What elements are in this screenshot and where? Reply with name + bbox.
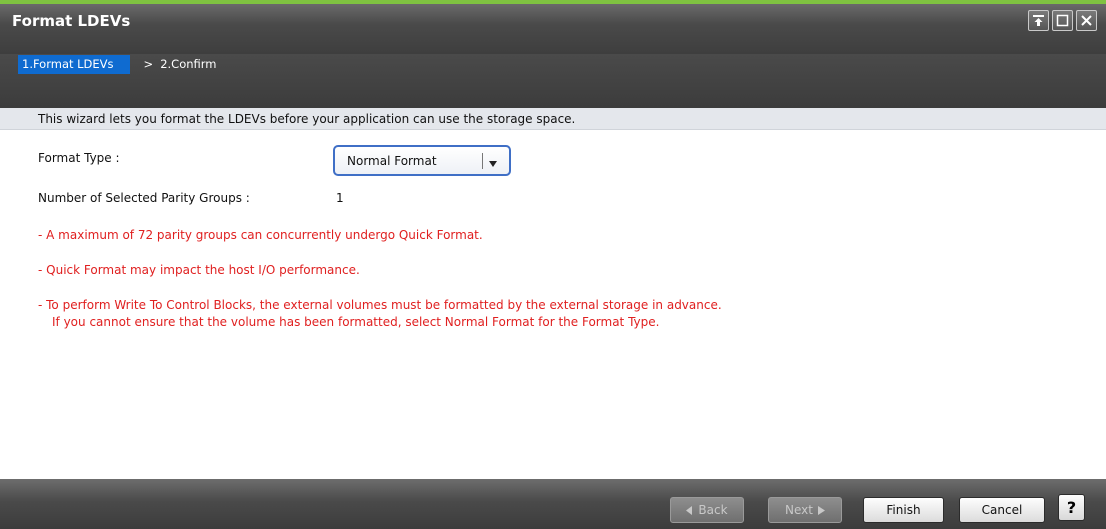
- chevron-down-icon[interactable]: [488, 157, 498, 171]
- back-button-label: Back: [698, 503, 728, 517]
- help-icon: ?: [1066, 498, 1077, 517]
- wizard-description: This wizard lets you format the LDEVs be…: [38, 112, 576, 126]
- format-type-select[interactable]: Normal Format: [333, 145, 511, 176]
- next-button[interactable]: Next: [768, 497, 842, 523]
- cancel-button-label: Cancel: [981, 503, 1023, 517]
- chevron-left-icon: [686, 505, 693, 515]
- finish-button-label: Finish: [886, 503, 921, 517]
- window-title: Format LDEVs: [12, 12, 131, 30]
- help-button[interactable]: ?: [1058, 494, 1085, 521]
- back-button[interactable]: Back: [670, 497, 744, 523]
- wizard-steps: 1.Format LDEVs > 2.Confirm: [18, 54, 217, 74]
- parity-groups-value: 1: [336, 191, 344, 205]
- window-controls: [1028, 10, 1097, 31]
- parity-groups-label: Number of Selected Parity Groups :: [38, 191, 250, 205]
- maximize-icon[interactable]: [1052, 10, 1073, 31]
- close-icon[interactable]: [1076, 10, 1097, 31]
- title-bar: Format LDEVs: [0, 4, 1106, 54]
- format-type-label: Format Type :: [38, 151, 120, 165]
- chevron-right-icon: [817, 505, 825, 515]
- cancel-button[interactable]: Cancel: [959, 497, 1045, 523]
- pin-icon[interactable]: [1028, 10, 1049, 31]
- step-confirm: 2.Confirm: [160, 57, 217, 71]
- select-divider: [482, 153, 483, 169]
- description-bar: This wizard lets you format the LDEVs be…: [0, 108, 1106, 130]
- step-format-ldevs: 1.Format LDEVs: [18, 54, 130, 74]
- warning-host-io: - Quick Format may impact the host I/O p…: [38, 263, 360, 277]
- next-button-label: Next: [785, 503, 813, 517]
- warning-max-parity: - A maximum of 72 parity groups can conc…: [38, 228, 483, 242]
- step-separator: >: [143, 57, 154, 71]
- format-type-value: Normal Format: [347, 153, 437, 168]
- warning-normal-format-advice: If you cannot ensure that the volume has…: [52, 315, 660, 329]
- finish-button[interactable]: Finish: [863, 497, 944, 523]
- warning-write-control-blocks: - To perform Write To Control Blocks, th…: [38, 298, 722, 312]
